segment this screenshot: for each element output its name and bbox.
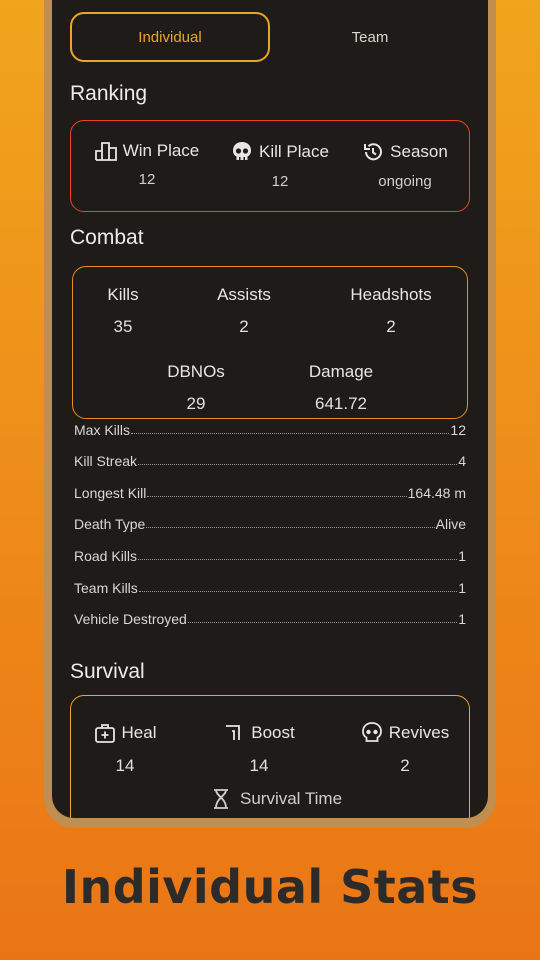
boost-label: Boost [251,723,295,742]
season-value: ongoing [378,173,432,190]
survival-title: Survival [70,660,145,683]
survival-boost: Boost 14 [211,722,307,776]
list-item: Longest Kill 164.48 m [74,484,466,501]
win-place-label: Win Place [122,141,200,160]
tab-team[interactable]: Team [270,12,470,62]
ranking-season: Season ongoing [353,141,457,190]
ranking-kill-place: Kill Place 12 [221,141,339,190]
win-place-value: 12 [138,171,156,188]
season-label: Season [390,142,448,161]
headshots-value: 2 [386,317,396,336]
kill-place-value: 12 [271,173,289,190]
boost-icon [223,722,245,744]
combat-headshots: Headshots 2 [339,285,443,337]
list-item: Team Kills 1 [74,579,466,596]
heal-label: Heal [121,723,157,742]
medkit-icon [94,722,116,744]
list-item: Vehicle Destroyed 1 [74,611,466,628]
headshots-label: Headshots [350,285,432,304]
kills-value: 35 [113,317,133,336]
ranking-win-place: Win Place 12 [89,141,205,188]
combat-kills: Kills 35 [83,285,163,337]
history-icon [362,141,384,163]
app-screen: Individual Team Ranking Win Place 12 Kil… [52,0,488,818]
skull-icon [231,141,253,163]
combat-card: Kills 35 Assists 2 Headshots 2 DBNOs 29 … [72,266,468,419]
revives-label: Revives [388,723,450,742]
list-item: Road Kills 1 [74,547,466,564]
assists-label: Assists [217,285,271,304]
tab-individual[interactable]: Individual [70,12,270,62]
list-item: Death Type Alive [74,516,466,533]
list-item: Max Kills 12 [74,421,466,438]
survival-time-partial: Survival Time [212,788,342,810]
kills-label: Kills [107,285,139,304]
promo-title: Individual Stats [61,860,479,914]
survival-heal: Heal 14 [81,722,169,776]
dbnos-label: DBNOs [167,362,225,381]
skull-icon [361,722,383,744]
ranking-title: Ranking [70,82,148,105]
survival-revives: Revives 2 [353,722,457,776]
revives-value: 2 [400,756,410,775]
boost-value: 14 [249,756,269,775]
mode-segmented-control: Individual Team [70,12,470,62]
survival-time-label: Survival Time [240,789,343,808]
ranking-card: Win Place 12 Kill Place 12 Season ongoin… [70,120,470,212]
kill-place-label: Kill Place [259,142,329,161]
combat-detail-list: Max Kills 12 Kill Streak 4 Longest Kill 164… [74,406,466,628]
podium-icon [94,141,117,161]
damage-label: Damage [308,362,374,381]
combat-title: Combat [70,226,144,249]
combat-assists: Assists 2 [199,285,289,337]
list-item: Kill Streak 4 [74,453,466,470]
heal-value: 14 [115,756,135,775]
hourglass-icon [212,788,230,810]
assists-value: 2 [239,317,249,336]
